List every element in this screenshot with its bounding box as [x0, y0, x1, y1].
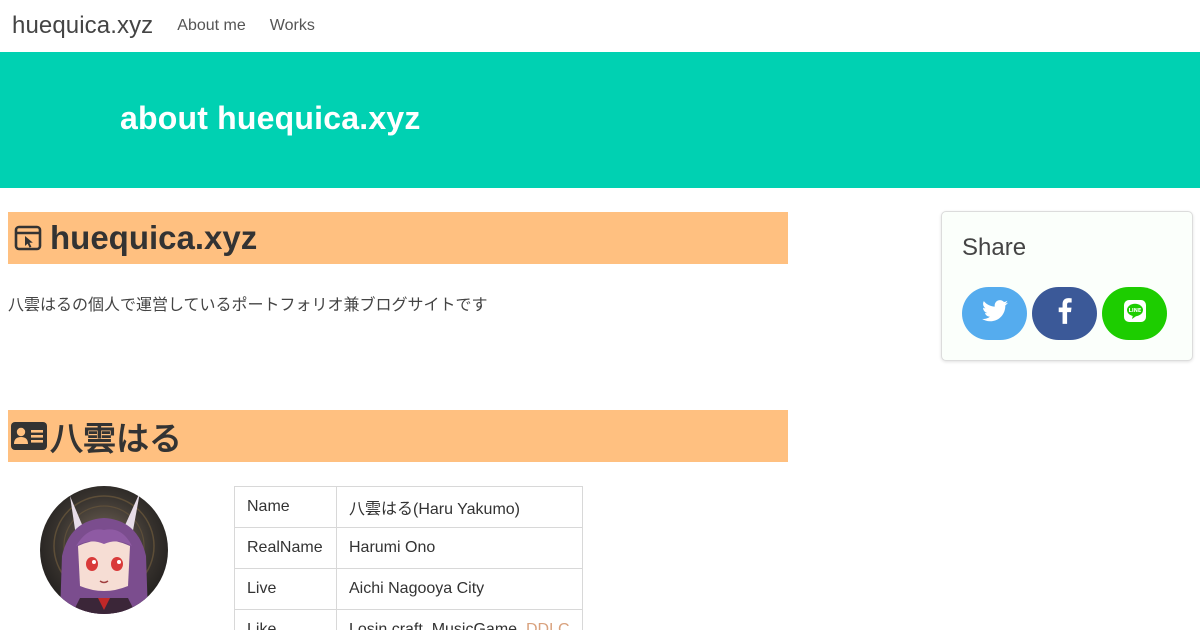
main-content: huequica.xyz 八雲はるの個人で運営しているポートフォリオ兼ブログサイ…: [8, 212, 788, 630]
facebook-icon: [1058, 298, 1072, 329]
nav-link-works[interactable]: Works: [270, 17, 315, 35]
line-icon: LINE: [1123, 299, 1147, 328]
profile-section-heading: 八雲はる: [8, 410, 788, 462]
table-cell-value: 八雲はる(Haru Yakumo): [336, 486, 583, 528]
facebook-share-button[interactable]: [1032, 287, 1097, 340]
table-cell-value: Aichi Nagooya City: [336, 568, 583, 610]
share-box: Share LINE: [941, 211, 1193, 361]
profile-table: Name 八雲はる(Haru Yakumo) RealName Harumi O…: [234, 486, 583, 630]
nav-link-about-me[interactable]: About me: [177, 17, 245, 35]
table-cell-key: Live: [234, 568, 337, 610]
site-section-heading: huequica.xyz: [8, 212, 788, 264]
table-row: RealName Harumi Ono: [234, 527, 583, 569]
brand-link[interactable]: huequica.xyz: [12, 12, 153, 40]
table-cell-key: RealName: [234, 527, 337, 569]
avatar: [40, 486, 168, 614]
table-row: Live Aichi Nagooya City: [234, 568, 583, 610]
site-description: 八雲はるの個人で運営しているポートフォリオ兼ブログサイトです: [8, 297, 488, 314]
table-cell-value: Harumi Ono: [336, 527, 583, 569]
line-share-button[interactable]: LINE: [1102, 287, 1167, 340]
table-row: Name 八雲はる(Haru Yakumo): [234, 486, 583, 528]
hero-banner: about huequica.xyz: [0, 52, 1200, 188]
twitter-icon: [981, 300, 1008, 327]
profile-section-title: 八雲はる: [50, 420, 182, 457]
table-cell-key: Name: [234, 486, 337, 528]
table-row: Like Losin craft, MusicGame, DDLC: [234, 609, 583, 630]
page-title: about huequica.xyz: [120, 100, 421, 136]
svg-text:LINE: LINE: [1128, 308, 1141, 314]
table-cell-key: Like: [234, 609, 337, 630]
table-cell-value: Losin craft, MusicGame, DDLC: [336, 609, 583, 630]
navbar: huequica.xyz About me Works: [0, 0, 1200, 52]
share-title: Share: [962, 234, 1027, 261]
twitter-share-button[interactable]: [962, 287, 1027, 340]
id-card-icon: [10, 421, 48, 451]
site-section-title: huequica.xyz: [50, 219, 258, 256]
like-text: Losin craft, MusicGame,: [349, 621, 522, 630]
browser-window-icon: [14, 224, 42, 252]
ddlc-link[interactable]: DDLC: [526, 621, 570, 630]
